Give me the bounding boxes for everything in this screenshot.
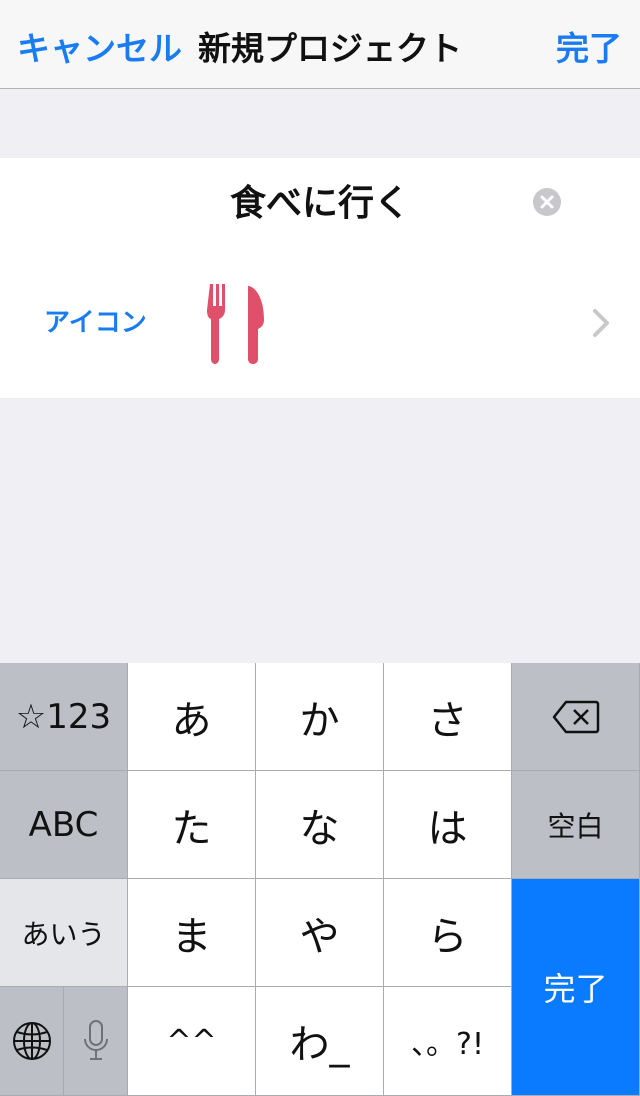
icon-label: アイコン: [44, 308, 147, 338]
microphone-key[interactable]: [64, 987, 128, 1096]
key-ma[interactable]: ま: [128, 879, 256, 987]
space-key[interactable]: 空白: [512, 771, 640, 879]
backspace-icon: [552, 700, 599, 733]
key-sa[interactable]: さ: [384, 663, 512, 771]
globe-icon: [12, 1022, 51, 1060]
abc-key[interactable]: ABC: [0, 771, 128, 879]
chevron-right-icon: [593, 309, 609, 337]
cancel-button[interactable]: キャンセル: [17, 22, 182, 70]
key-punctuation[interactable]: 、。?!: [384, 987, 512, 1096]
keyboard-done-key[interactable]: 完了: [512, 879, 640, 1096]
key-emoticon[interactable]: ^^: [128, 987, 256, 1096]
key-ka[interactable]: か: [256, 663, 384, 771]
key-a[interactable]: あ: [128, 663, 256, 771]
key-ya[interactable]: や: [256, 879, 384, 987]
clear-text-icon[interactable]: [532, 187, 562, 217]
done-button[interactable]: 完了: [556, 22, 622, 70]
microphone-icon: [83, 1020, 108, 1060]
globe-key[interactable]: [0, 987, 64, 1096]
key-ta[interactable]: た: [128, 771, 256, 879]
kana-key[interactable]: あいう: [0, 879, 128, 987]
icon-row[interactable]: アイコン: [0, 242, 640, 398]
navigation-bar: キャンセル 新規プロジェクト 完了: [0, 0, 640, 89]
key-ha[interactable]: は: [384, 771, 512, 879]
page-title: 新規プロジェクト: [198, 29, 462, 68]
mode-key[interactable]: ☆123: [0, 663, 128, 771]
japanese-keyboard: ☆123 あ か さ ABC た な は 空白 あいう ま や ら 完了 ^^ …: [0, 663, 640, 1096]
fork-knife-icon: [207, 284, 264, 364]
key-ra[interactable]: ら: [384, 879, 512, 987]
delete-key[interactable]: [512, 663, 640, 771]
key-na[interactable]: な: [256, 771, 384, 879]
key-wa[interactable]: わ_: [256, 987, 384, 1096]
